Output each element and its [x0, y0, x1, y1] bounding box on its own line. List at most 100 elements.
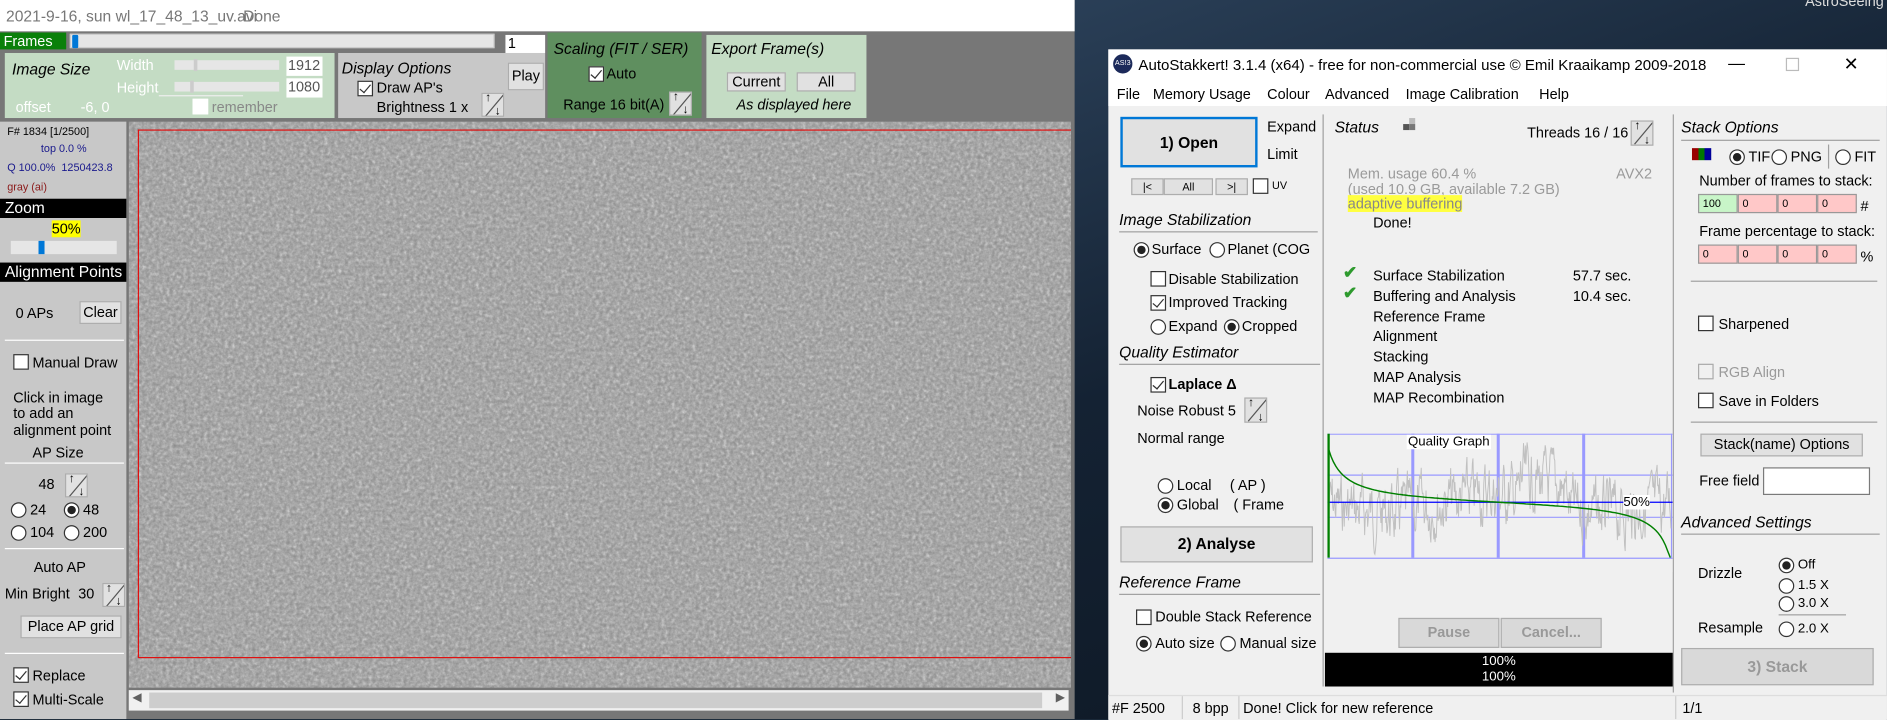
export-note: As displayed here	[736, 96, 852, 114]
analyse-button[interactable]: 2) Analyse	[1120, 526, 1313, 563]
replace-checkbox[interactable]	[13, 667, 29, 683]
ap-size-spinner[interactable]: ↑ ↓	[64, 473, 88, 498]
frame-image-view[interactable]	[128, 121, 1072, 688]
menu-colour[interactable]: Colour	[1267, 86, 1310, 103]
save-in-folders-checkbox[interactable]	[1697, 392, 1714, 409]
close-button[interactable]: ✕	[1844, 53, 1859, 74]
global-radio[interactable]	[1157, 497, 1174, 514]
export-current-button[interactable]: Current	[726, 72, 786, 92]
play-button[interactable]: Play	[507, 62, 544, 91]
alignment-points-heading: Alignment Points	[0, 262, 127, 282]
scrollbar-thumb[interactable]	[149, 692, 1043, 709]
resample-2x-radio[interactable]	[1778, 621, 1795, 638]
noise-robust-spinner[interactable]: ↑ ↓	[1244, 397, 1268, 423]
png-radio[interactable]	[1771, 149, 1788, 166]
frames-input[interactable]: 0	[1777, 193, 1818, 214]
threads-spinner[interactable]: ↑ ↓	[1630, 120, 1654, 146]
reference-frame-heading: Reference Frame	[1119, 573, 1241, 592]
scaling-range-spinner[interactable]: ↑ ↓	[669, 91, 692, 116]
manual-size-radio[interactable]	[1220, 635, 1236, 652]
color-mode: gray (ai)	[7, 180, 47, 193]
frame-slider[interactable]	[69, 33, 495, 49]
advanced-settings-heading: Advanced Settings	[1681, 513, 1812, 532]
improved-tracking-label: Improved Tracking	[1168, 293, 1288, 311]
minimize-button[interactable]: —	[1728, 53, 1745, 72]
manual-draw-checkbox[interactable]	[13, 354, 29, 370]
draw-aps-label: Draw AP's	[376, 79, 443, 97]
divider	[4, 339, 124, 341]
progress-panel: 100% 100%	[1324, 652, 1673, 687]
horizontal-scrollbar[interactable]: ◀ ▶	[128, 690, 1069, 711]
frames-input[interactable]: 0	[1737, 193, 1778, 214]
ap-size-24-radio[interactable]	[10, 502, 27, 518]
quality-info: Q 100.0% 1250423.8	[7, 161, 113, 174]
cropped-radio[interactable]	[1223, 319, 1240, 335]
frame-slider-thumb[interactable]	[72, 34, 79, 49]
local-radio[interactable]	[1157, 478, 1174, 494]
drizzle-1-5x-radio[interactable]	[1778, 578, 1795, 594]
frames-input[interactable]: 0	[1817, 193, 1857, 214]
open-button[interactable]: 1) Open	[1120, 116, 1258, 168]
expand-radio[interactable]	[1150, 319, 1167, 335]
first-frame-button[interactable]: |<	[1131, 178, 1164, 196]
ap-size-48-radio[interactable]	[63, 502, 80, 518]
pct-input[interactable]: 0	[1737, 244, 1778, 264]
ap-size-200-radio[interactable]	[63, 525, 80, 541]
pct-input[interactable]: 0	[1697, 244, 1738, 264]
drizzle-3x-radio[interactable]	[1778, 596, 1795, 612]
fit-radio[interactable]	[1835, 149, 1851, 166]
divider	[1778, 614, 1847, 616]
height-slider[interactable]	[174, 80, 280, 93]
menu-memory-usage[interactable]: Memory Usage	[1153, 86, 1251, 103]
drizzle-off-radio[interactable]	[1778, 557, 1795, 574]
clear-aps-button[interactable]: Clear	[79, 301, 122, 324]
multi-scale-checkbox[interactable]	[13, 691, 29, 707]
scaling-auto-checkbox[interactable]	[588, 66, 605, 82]
frames-input[interactable]: 100	[1697, 193, 1738, 214]
limit-link[interactable]: Limit	[1267, 146, 1297, 163]
brightness-spinner[interactable]: ↑ ↓	[481, 92, 505, 117]
expand-link[interactable]: Expand	[1267, 118, 1316, 135]
pct-input[interactable]: 0	[1777, 244, 1818, 264]
uv-checkbox[interactable]	[1252, 178, 1269, 194]
as-logo-icon: AS!3	[1113, 54, 1133, 74]
tif-radio[interactable]	[1729, 149, 1745, 166]
width-input[interactable]: 1912	[286, 56, 323, 76]
scaling-auto-label: Auto	[606, 65, 637, 82]
surface-radio[interactable]	[1133, 242, 1150, 258]
pct-input[interactable]: 0	[1817, 244, 1857, 264]
all-frames-button[interactable]: All	[1163, 178, 1214, 196]
ap-size-104-radio[interactable]	[10, 525, 27, 541]
double-stack-reference-checkbox[interactable]	[1136, 609, 1152, 626]
width-slider[interactable]	[174, 59, 280, 72]
frame-number-input[interactable]: 1	[505, 34, 546, 53]
image-stabilization-heading: Image Stabilization	[1119, 210, 1252, 229]
status-message[interactable]: Done! Click for new reference	[1243, 700, 1433, 717]
drizzle-3x-label: 3.0 X	[1797, 596, 1829, 611]
place-ap-grid-button[interactable]: Place AP grid	[20, 615, 122, 639]
height-input[interactable]: 1080	[286, 78, 323, 98]
stack-name-options-button[interactable]: Stack(name) Options	[1700, 433, 1863, 457]
divider	[4, 548, 124, 550]
menu-advanced[interactable]: Advanced	[1325, 86, 1389, 103]
menu-help[interactable]: Help	[1539, 86, 1569, 103]
maximize-button[interactable]	[1785, 57, 1800, 72]
last-frame-button[interactable]: >|	[1215, 178, 1248, 196]
free-field-input[interactable]	[1762, 467, 1871, 496]
export-heading: Export Frame(s)	[711, 39, 825, 58]
export-all-button[interactable]: All	[796, 72, 856, 92]
disable-stabilization-checkbox[interactable]	[1150, 270, 1167, 287]
remember-checkbox[interactable]	[192, 98, 209, 115]
menu-file[interactable]: File	[1117, 86, 1140, 103]
menu-image-calibration[interactable]: Image Calibration	[1406, 86, 1519, 103]
planet-radio[interactable]	[1209, 242, 1226, 258]
improved-tracking-checkbox[interactable]	[1150, 295, 1167, 311]
min-bright-spinner[interactable]: ↑ ↓	[102, 582, 126, 608]
laplace-checkbox[interactable]	[1150, 376, 1167, 393]
local-note: ( AP )	[1229, 476, 1266, 494]
zoom-slider-thumb[interactable]	[38, 240, 45, 255]
sharpened-checkbox[interactable]	[1697, 315, 1714, 332]
auto-size-radio[interactable]	[1136, 635, 1152, 652]
draw-aps-checkbox[interactable]	[357, 80, 374, 97]
zoom-slider[interactable]	[10, 240, 117, 255]
